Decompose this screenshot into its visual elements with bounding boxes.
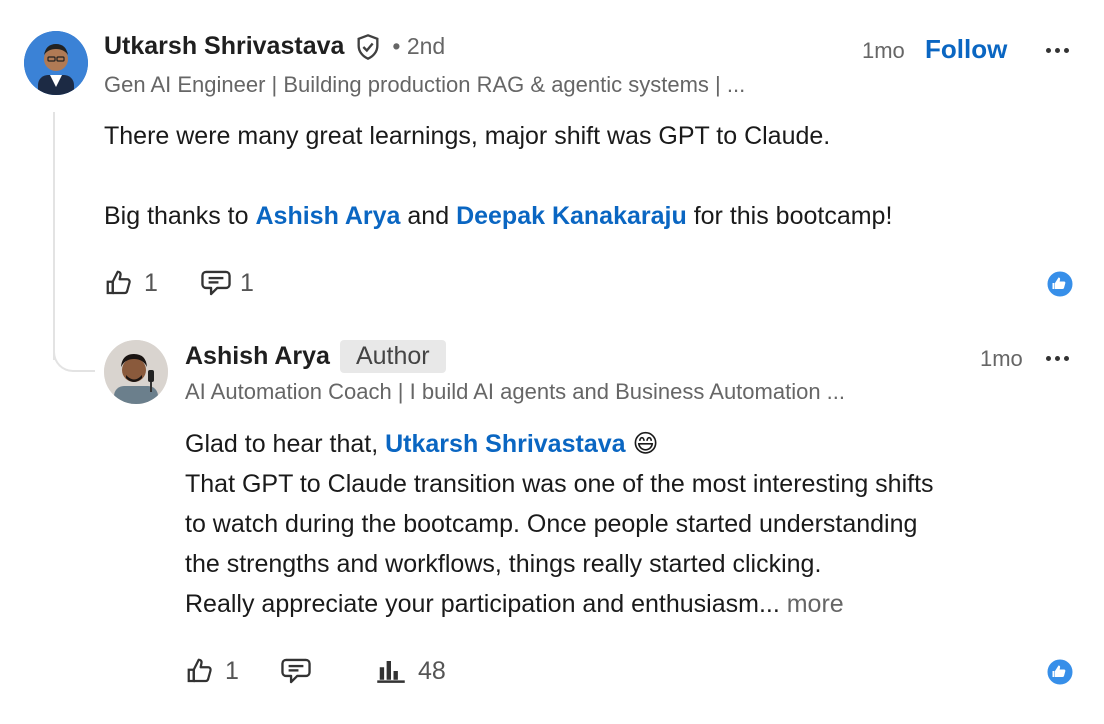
speech-bubble-icon [280,656,312,686]
grinning-emoji-icon: 😄 [632,430,659,458]
comment-author-name[interactable]: Utkarsh Shrivastava [104,32,344,61]
reply-text-line: the strengths and workflows, things real… [185,550,822,578]
follow-button[interactable]: Follow [925,34,1007,65]
like-reaction-icon[interactable] [1046,658,1074,691]
reply-text-line: That GPT to Claude transition was one of… [185,470,934,498]
thumbs-up-outline-icon [104,268,134,298]
mention-link[interactable]: Ashish Arya [255,202,400,230]
like-count: 1 [225,656,239,685]
author-badge: Author [339,340,446,373]
like-button[interactable]: 1 [104,268,158,298]
see-more-link[interactable]: more [787,590,844,618]
more-options-icon[interactable] [1046,356,1069,361]
reply-count: 1 [240,268,254,297]
like-button[interactable]: 1 [185,656,239,686]
reply-button[interactable] [280,656,312,686]
impressions-button[interactable]: 48 [376,656,446,686]
avatar[interactable] [24,31,88,95]
reply-text-line: to watch during the bootcamp. Once peopl… [185,510,918,538]
comment-text-thanks: Big thanks to Ashish Arya and Deepak Kan… [104,202,893,230]
impressions-count: 48 [418,656,446,685]
thumbs-up-outline-icon [185,656,215,686]
comment-text-line: There were many great learnings, major s… [104,122,831,150]
bar-chart-icon [376,656,406,686]
reply-text-line: Really appreciate your participation and… [185,590,844,618]
like-reaction-icon[interactable] [1046,270,1074,303]
mention-link[interactable]: Deepak Kanakaraju [456,202,687,230]
connection-degree: • 2nd [392,33,446,59]
thread-line [53,112,55,360]
like-count: 1 [144,268,158,297]
more-options-icon[interactable] [1046,48,1069,53]
reply-author-headline: AI Automation Coach | I build AI agents … [185,379,846,404]
reply-author-name[interactable]: Ashish Arya [185,342,330,371]
reply-text-greeting: Glad to hear that, Utkarsh Shrivastava 😄 [185,430,659,458]
thread-line-curve [53,330,95,372]
mention-link[interactable]: Utkarsh Shrivastava [385,430,625,458]
reply-avatar[interactable] [104,340,168,404]
speech-bubble-icon [200,268,232,298]
comment-author-headline: Gen AI Engineer | Building production RA… [104,72,746,97]
comment-timestamp: 1mo [862,38,905,63]
verified-icon [354,33,382,61]
reply-button[interactable]: 1 [200,268,254,298]
reply-timestamp: 1mo [980,346,1023,371]
